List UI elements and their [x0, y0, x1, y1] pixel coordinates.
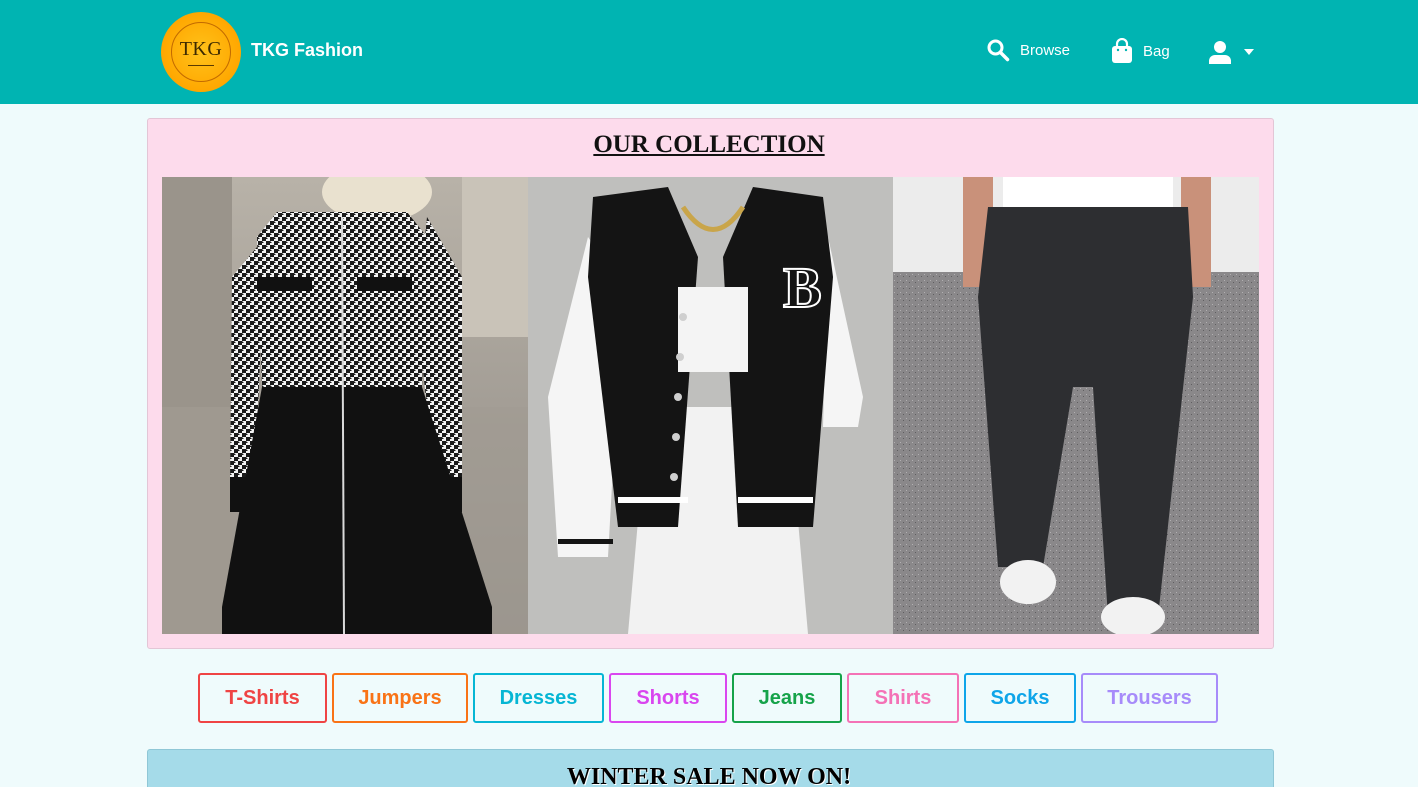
- collection-image-jacket[interactable]: B: [528, 177, 893, 634]
- category-jeans-button[interactable]: Jeans: [732, 673, 842, 723]
- category-socks-button[interactable]: Socks: [964, 673, 1076, 723]
- user-menu-toggle[interactable]: [1208, 40, 1254, 64]
- nav-bag-label: Bag: [1143, 42, 1170, 60]
- nav-browse-label: Browse: [1020, 41, 1071, 59]
- collection-image-dress[interactable]: [162, 177, 528, 634]
- collection-image-jeans[interactable]: [893, 177, 1259, 634]
- nav-browse-link[interactable]: Browse: [986, 38, 1070, 62]
- svg-text:B: B: [783, 255, 822, 320]
- logo-script: [188, 64, 214, 66]
- shopping-bag-icon: [1111, 38, 1133, 64]
- caret-down-icon: [1244, 49, 1254, 55]
- category-trousers-button[interactable]: Trousers: [1081, 673, 1218, 723]
- logo-text: TKG: [179, 37, 223, 60]
- category-shorts-button[interactable]: Shorts: [609, 673, 727, 723]
- category-tshirts-button[interactable]: T-Shirts: [198, 673, 327, 723]
- brand-name[interactable]: TKG Fashion: [251, 40, 363, 61]
- search-icon: [986, 38, 1010, 62]
- brand-logo[interactable]: TKG: [161, 12, 241, 92]
- nav-bag-link[interactable]: Bag: [1111, 38, 1170, 64]
- category-dresses-button[interactable]: Dresses: [473, 673, 604, 723]
- category-shirts-button[interactable]: Shirts: [847, 673, 959, 723]
- category-jumpers-button[interactable]: Jumpers: [332, 673, 468, 723]
- sale-title: WINTER SALE NOW ON!: [566, 764, 852, 787]
- logo-ring: TKG: [171, 22, 231, 82]
- user-icon: [1208, 40, 1232, 64]
- collection-title: OUR COLLECTION: [593, 131, 825, 158]
